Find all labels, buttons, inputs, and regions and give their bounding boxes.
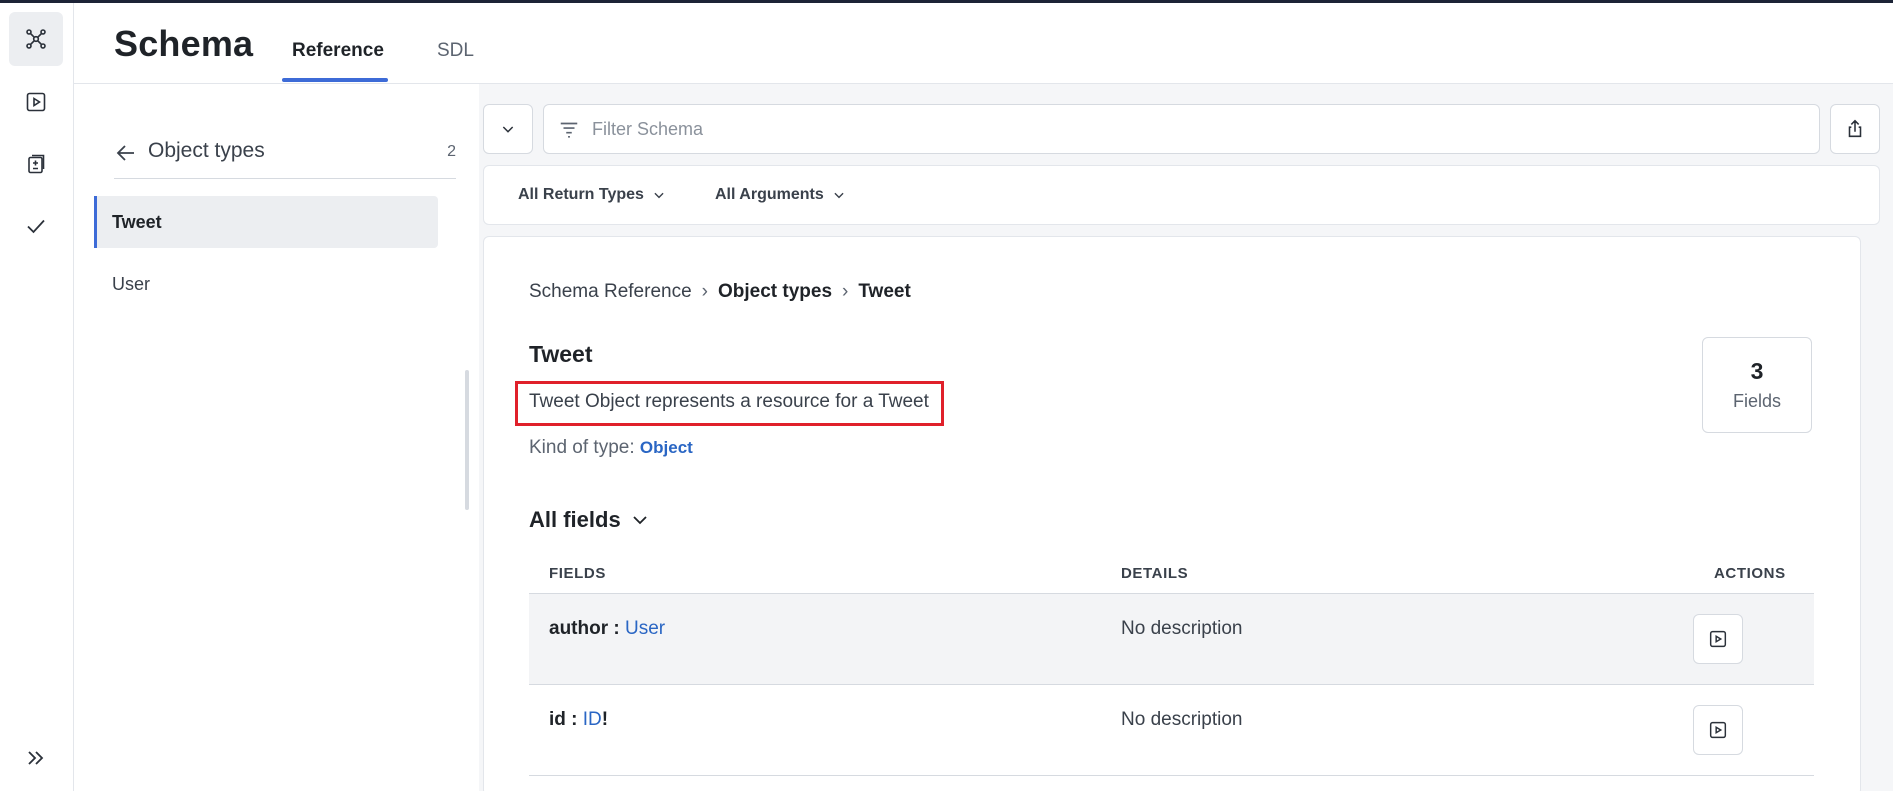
chevron-down-icon (633, 516, 647, 525)
rail-explorer-button[interactable] (9, 75, 63, 129)
type-title: Tweet (529, 341, 593, 367)
filter-icon (560, 122, 578, 138)
breadcrumb-section[interactable]: Object types (718, 281, 832, 303)
play-icon (1709, 721, 1727, 739)
type-sidebar: Object types 2 Tweet User (74, 84, 479, 791)
arrow-left-icon[interactable] (114, 141, 138, 165)
field-count-label: Fields (1732, 391, 1781, 411)
table-row: id : ID! No description (529, 685, 1814, 776)
field-name-text: id (549, 709, 566, 730)
chevron-down-icon (834, 192, 844, 199)
column-actions: ACTIONS (1714, 565, 1786, 582)
kind-label: Kind of type: (529, 437, 635, 458)
all-fields-toggle[interactable]: All fields (529, 507, 649, 533)
field-details: No description (1121, 618, 1243, 639)
field-count-badge: 3 Fields (1702, 337, 1812, 433)
field-separator: : (608, 618, 625, 639)
breadcrumb: Schema Reference › Object types › Tweet (529, 281, 911, 303)
share-icon (1848, 119, 1862, 138)
page-header: Schema Reference SDL (74, 3, 1893, 84)
chevron-down-icon (502, 126, 514, 133)
page-title: Schema (114, 23, 254, 64)
icon-rail (0, 3, 74, 791)
rail-checks-button[interactable] (9, 199, 63, 253)
type-description: Tweet Object represents a resource for a… (529, 391, 929, 412)
sidebar-item-user[interactable]: User (94, 258, 438, 310)
fields-table-header: FIELDS DETAILS ACTIONS (529, 553, 1814, 594)
arguments-label: All Arguments (715, 186, 824, 203)
schema-graph-icon (26, 29, 46, 49)
breadcrumb-separator: › (701, 281, 708, 302)
sidebar-header: Object types 2 (114, 131, 456, 179)
share-button[interactable] (1830, 104, 1880, 154)
field-separator: : (565, 709, 583, 730)
field-name: id : ID! (549, 709, 608, 731)
breadcrumb-current: Tweet (858, 281, 911, 302)
active-tab-indicator (282, 78, 388, 82)
column-details: DETAILS (1121, 565, 1189, 582)
column-fields: FIELDS (549, 565, 606, 582)
kind-value: Object (639, 438, 693, 457)
breadcrumb-separator: › (842, 281, 849, 302)
return-types-label: All Return Types (518, 186, 644, 203)
field-type-link[interactable]: ID (583, 709, 602, 730)
breadcrumb-root[interactable]: Schema Reference (529, 281, 692, 303)
double-chevron-right-icon (28, 751, 44, 765)
sidebar-item-tweet[interactable]: Tweet (94, 196, 438, 248)
field-type-suffix: ! (601, 709, 609, 730)
return-types-dropdown[interactable]: All Return Types (518, 186, 666, 204)
play-icon (1709, 630, 1727, 648)
rail-expand-button[interactable] (9, 731, 63, 785)
all-fields-label: All fields (529, 507, 621, 532)
type-detail-card: Schema Reference › Object types › Tweet … (483, 236, 1861, 791)
play-icon (26, 92, 46, 112)
field-count: 3 (1750, 358, 1764, 384)
tab-sdl[interactable]: SDL (437, 40, 474, 62)
run-in-explorer-button[interactable] (1693, 705, 1743, 755)
table-row: author : User No description (529, 594, 1814, 685)
rail-schema-button[interactable] (9, 12, 63, 66)
field-name: author : User (549, 618, 665, 640)
field-name-text: author (549, 618, 609, 639)
rail-changelog-button[interactable] (9, 137, 63, 191)
collapse-button[interactable] (483, 104, 533, 154)
filter-toolbar: All Return Types All Arguments (483, 165, 1880, 225)
changelog-icon (28, 154, 45, 174)
field-details: No description (1121, 709, 1243, 730)
tab-reference[interactable]: Reference (292, 40, 384, 62)
run-in-explorer-button[interactable] (1693, 614, 1743, 664)
sidebar-count: 2 (447, 143, 456, 160)
arguments-dropdown[interactable]: All Arguments (715, 186, 846, 204)
sidebar-title: Object types (148, 139, 265, 162)
type-kind: Kind of type: Object (529, 437, 693, 459)
field-type-link[interactable]: User (625, 618, 665, 639)
filter-field[interactable] (543, 104, 1820, 154)
filter-schema-input[interactable] (592, 113, 1792, 145)
chevron-down-icon (654, 192, 664, 199)
checkmark-icon (27, 219, 45, 234)
sidebar-scrollbar[interactable] (465, 370, 469, 510)
